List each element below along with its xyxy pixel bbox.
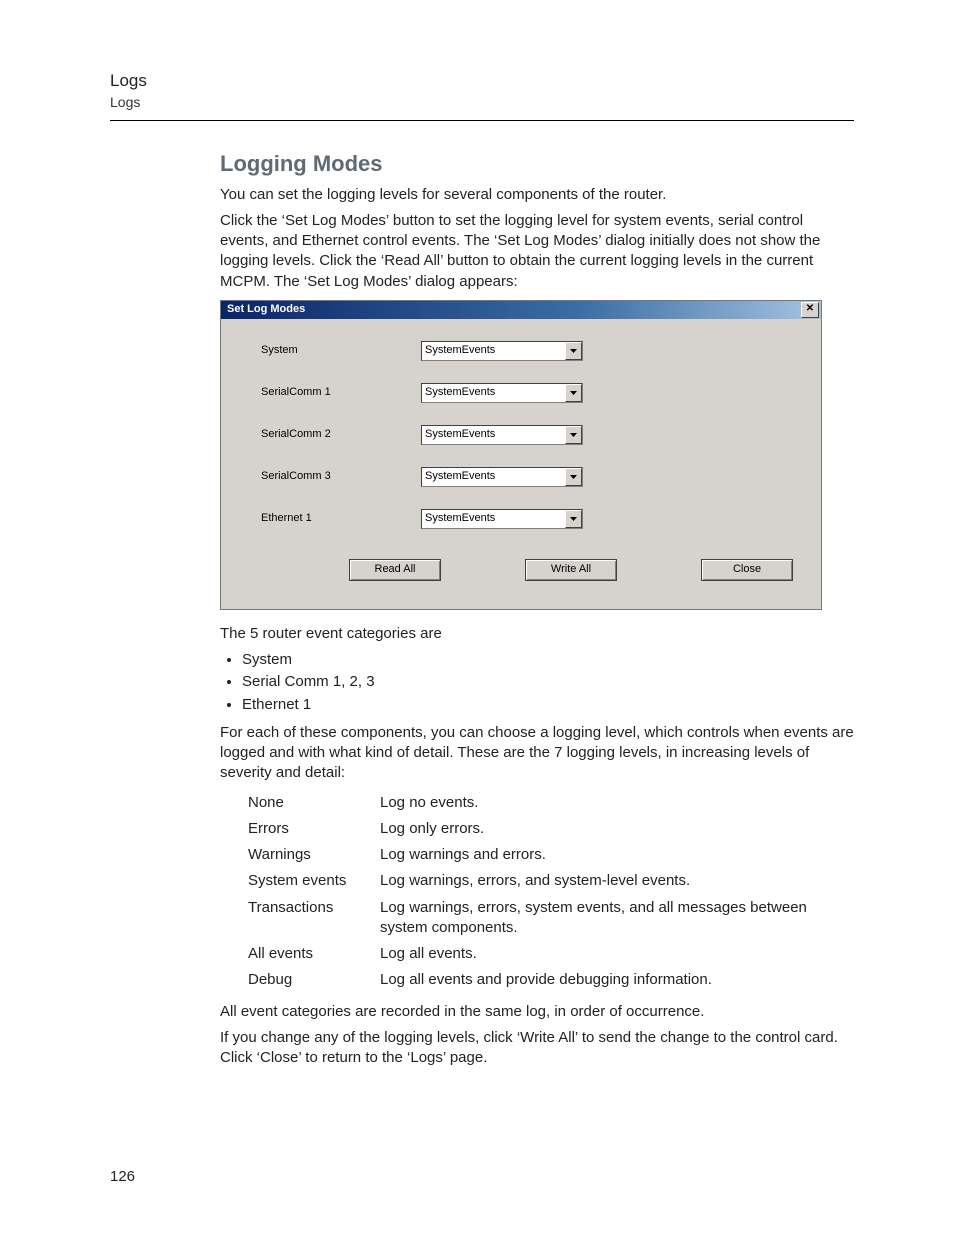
log-mode-value: SystemEvents [422, 343, 565, 358]
read-all-button[interactable]: Read All [349, 559, 441, 581]
log-mode-value: SystemEvents [422, 427, 565, 442]
instructions-paragraph: Click the ‘Set Log Modes’ button to set … [220, 211, 854, 292]
level-description: Log warnings and errors. [380, 842, 854, 868]
dialog-titlebar: Set Log Modes ✕ [221, 301, 821, 319]
log-mode-select[interactable]: SystemEvents [421, 467, 583, 487]
log-mode-label: System [261, 343, 421, 358]
log-mode-label: SerialComm 3 [261, 469, 421, 484]
chevron-down-icon[interactable] [565, 468, 582, 486]
chevron-down-icon[interactable] [565, 426, 582, 444]
level-row: ErrorsLog only errors. [248, 816, 854, 842]
close-button[interactable]: Close [701, 559, 793, 581]
categories-intro: The 5 router event categories are [220, 624, 854, 644]
category-item: Ethernet 1 [242, 695, 854, 715]
level-row: NoneLog no events. [248, 790, 854, 816]
level-description: Log all events. [380, 941, 854, 967]
level-description: Log no events. [380, 790, 854, 816]
level-row: WarningsLog warnings and errors. [248, 842, 854, 868]
log-mode-select[interactable]: SystemEvents [421, 383, 583, 403]
header-rule [110, 120, 854, 121]
log-mode-label: SerialComm 1 [261, 385, 421, 400]
log-mode-row: SystemSystemEvents [261, 341, 781, 361]
page-number: 126 [110, 1167, 135, 1187]
log-mode-value: SystemEvents [422, 511, 565, 526]
level-name: All events [248, 941, 380, 967]
level-description: Log warnings, errors, and system-level e… [380, 868, 854, 894]
log-mode-select[interactable]: SystemEvents [421, 341, 583, 361]
note-write-all: If you change any of the logging levels,… [220, 1028, 854, 1069]
level-description: Log warnings, errors, system events, and… [380, 895, 854, 942]
log-mode-select[interactable]: SystemEvents [421, 425, 583, 445]
log-mode-value: SystemEvents [422, 385, 565, 400]
level-name: Debug [248, 967, 380, 993]
level-name: Warnings [248, 842, 380, 868]
set-log-modes-dialog: Set Log Modes ✕ SystemSystemEventsSerial… [220, 300, 822, 610]
running-head-subtitle: Logs [110, 93, 854, 112]
intro-paragraph: You can set the logging levels for sever… [220, 185, 854, 205]
log-mode-select[interactable]: SystemEvents [421, 509, 583, 529]
level-name: System events [248, 868, 380, 894]
levels-table: NoneLog no events.ErrorsLog only errors.… [248, 790, 854, 994]
level-name: Transactions [248, 895, 380, 942]
levels-intro: For each of these components, you can ch… [220, 723, 854, 784]
level-row: System eventsLog warnings, errors, and s… [248, 868, 854, 894]
log-mode-row: SerialComm 3SystemEvents [261, 467, 781, 487]
level-description: Log all events and provide debugging inf… [380, 967, 854, 993]
chevron-down-icon[interactable] [565, 342, 582, 360]
chevron-down-icon[interactable] [565, 384, 582, 402]
log-mode-label: Ethernet 1 [261, 511, 421, 526]
level-description: Log only errors. [380, 816, 854, 842]
log-mode-row: SerialComm 1SystemEvents [261, 383, 781, 403]
log-mode-row: SerialComm 2SystemEvents [261, 425, 781, 445]
running-head-title: Logs [110, 70, 854, 93]
level-name: Errors [248, 816, 380, 842]
write-all-button[interactable]: Write All [525, 559, 617, 581]
close-icon[interactable]: ✕ [801, 302, 819, 318]
log-mode-label: SerialComm 2 [261, 427, 421, 442]
note-same-log: All event categories are recorded in the… [220, 1002, 854, 1022]
level-row: All eventsLog all events. [248, 941, 854, 967]
level-row: DebugLog all events and provide debuggin… [248, 967, 854, 993]
level-row: TransactionsLog warnings, errors, system… [248, 895, 854, 942]
section-heading: Logging Modes [220, 149, 854, 179]
category-item: Serial Comm 1, 2, 3 [242, 672, 854, 692]
log-mode-value: SystemEvents [422, 469, 565, 484]
chevron-down-icon[interactable] [565, 510, 582, 528]
category-item: System [242, 650, 854, 670]
dialog-title-text: Set Log Modes [227, 302, 305, 317]
log-mode-row: Ethernet 1SystemEvents [261, 509, 781, 529]
level-name: None [248, 790, 380, 816]
categories-list: SystemSerial Comm 1, 2, 3 Ethernet 1 [242, 650, 854, 715]
